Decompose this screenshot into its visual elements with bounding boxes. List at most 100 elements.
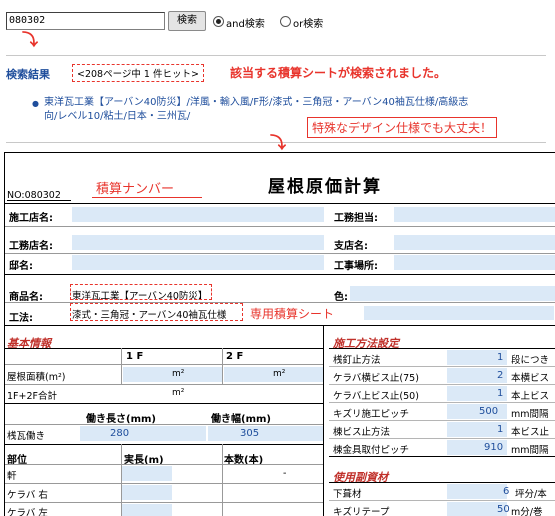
divider	[5, 203, 555, 204]
divider	[5, 384, 323, 385]
settings-label: キズリ施工ピッチ	[333, 409, 410, 420]
total-label: 1F+2F合計	[7, 391, 57, 402]
branch-field[interactable]	[394, 235, 555, 250]
part-length-cell[interactable]	[122, 485, 172, 500]
materials-value: 6	[503, 486, 510, 497]
tile-width-cell[interactable]	[208, 426, 323, 441]
settings-label: ケラバ上ビス止(50)	[333, 391, 419, 402]
col-1f: 1 F	[126, 351, 144, 362]
or-radio-label: or検索	[293, 19, 324, 30]
divider	[5, 348, 323, 349]
owner-label: 邸名:	[9, 261, 33, 272]
tile-length-cell[interactable]	[80, 426, 206, 441]
settings-value: 1	[497, 352, 504, 363]
annotation-underline	[92, 197, 202, 198]
work-width-header: 働き幅(mm)	[211, 414, 271, 425]
arrow-down-icon: ⤵	[22, 30, 39, 49]
settings-value: 1	[497, 424, 504, 435]
part-row-label: ケラバ 右	[7, 490, 48, 501]
tile-label: 桟瓦働き	[7, 431, 46, 442]
divider	[5, 325, 555, 326]
settings-label: 桟釘止方法	[333, 355, 381, 366]
and-radio[interactable]	[213, 16, 224, 27]
settings-row: キズリ施工ピッチ 500 mm間隔	[329, 403, 555, 421]
site-field[interactable]	[394, 255, 555, 270]
settings-value: 910	[484, 442, 504, 453]
settings-row: 棟金具取付ピッチ 910 mm間隔	[329, 439, 555, 457]
or-radio[interactable]	[280, 16, 291, 27]
result-link-line2[interactable]: 向/レベル10/粘土/日本・三州瓦/	[44, 110, 190, 124]
settings-label: 棟金具取付ピッチ	[333, 445, 410, 456]
divider	[5, 424, 323, 425]
settings-row: ケラバ上ビス止(50) 1 本上ビス	[329, 385, 555, 403]
divider	[121, 444, 122, 516]
settings-row: 棟ビス止方法 1 本ビス止	[329, 421, 555, 439]
settings-unit: 段につき	[511, 355, 550, 366]
settings-unit: 本ビス止	[511, 427, 550, 438]
divider	[323, 325, 324, 516]
materials-row: 下葺材 6 坪分/本	[329, 483, 555, 501]
results-annotation: 該当する積算シートが検索されました。	[230, 66, 447, 80]
product-highlight	[70, 284, 212, 300]
part-row-label: ケラバ 左	[7, 508, 48, 516]
method-value: 漆式・三角冠・アーバン40袖瓦仕様	[72, 310, 227, 321]
manager-field[interactable]	[394, 207, 555, 222]
sheet-title: 屋根原価計算	[268, 177, 382, 197]
divider	[222, 348, 223, 384]
divider	[7, 200, 71, 201]
materials-unit: 坪分/本	[515, 489, 547, 500]
part-count-value: -	[283, 468, 287, 479]
manager-label: 工務担当:	[334, 213, 378, 224]
settings-row: ケラバ横ビス止(75) 2 本横ビス	[329, 367, 555, 385]
owner-field[interactable]	[72, 255, 324, 270]
divider	[5, 253, 555, 254]
work-length-header: 働き長さ(mm)	[86, 414, 156, 425]
method-annotation: 専用積算シート	[250, 307, 335, 321]
divider	[222, 444, 223, 516]
search-button[interactable]: 検索	[168, 11, 206, 31]
materials-label: 下葺材	[333, 489, 362, 500]
branch-label: 支店名:	[334, 241, 368, 252]
part-length-cell[interactable]	[122, 466, 172, 481]
divider	[5, 226, 555, 227]
hit-count-badge: <208ページ中 1 件ヒット>	[72, 64, 204, 82]
materials-unit: m分/巻	[511, 507, 543, 516]
roof-area-label: 屋根面積(m²)	[7, 372, 66, 383]
product-label: 商品名:	[9, 292, 43, 303]
color-field[interactable]	[350, 286, 555, 301]
materials-value: 50	[497, 504, 510, 515]
part-length-cell[interactable]	[122, 504, 172, 516]
part-row-label: 軒	[7, 471, 17, 482]
unit-m2: m²	[172, 388, 185, 398]
materials-row: キズリテープ 50 m分/巻	[329, 501, 555, 516]
tile-width-value: 305	[240, 428, 260, 439]
result-link-line1[interactable]: 東洋瓦工業【アーバン40防災】/洋風・輸入風/F形/漆式・三角冠・アーバン40袖…	[44, 96, 468, 110]
settings-unit: 本上ビス	[511, 391, 550, 402]
bullet-icon: ●	[32, 99, 39, 108]
divider	[5, 403, 323, 404]
materials-label: キズリテープ	[333, 507, 390, 516]
divider	[5, 444, 323, 445]
divider	[5, 274, 555, 275]
method-settings-table: 桟釘止方法 1 段につき ケラバ横ビス止(75) 2 本横ビス ケラバ上ビス止(…	[329, 349, 555, 457]
method-field[interactable]	[364, 306, 554, 320]
contractor-label: 工務店名:	[9, 241, 53, 252]
col-2f: 2 F	[226, 351, 244, 362]
search-input[interactable]: 080302	[6, 12, 165, 30]
divider	[5, 502, 323, 503]
unit-m2: m²	[172, 369, 185, 379]
materials-table: 下葺材 6 坪分/本 キズリテープ 50 m分/巻	[329, 483, 555, 516]
tile-length-value: 280	[110, 428, 130, 439]
divider	[5, 464, 323, 465]
design-note: 特殊なデザイン仕様でも大丈夫！	[307, 117, 498, 138]
settings-value: 500	[479, 406, 499, 417]
builder-field[interactable]	[72, 207, 324, 222]
settings-unit: mm間隔	[511, 409, 549, 420]
contractor-field[interactable]	[72, 235, 324, 250]
settings-label: 棟ビス止方法	[333, 427, 391, 438]
site-label: 工事場所:	[334, 261, 378, 272]
materials-value-cell[interactable]	[447, 484, 507, 499]
builder-label: 施工店名:	[9, 213, 53, 224]
unit-m2: m²	[273, 369, 286, 379]
settings-label: ケラバ横ビス止(75)	[333, 373, 419, 384]
